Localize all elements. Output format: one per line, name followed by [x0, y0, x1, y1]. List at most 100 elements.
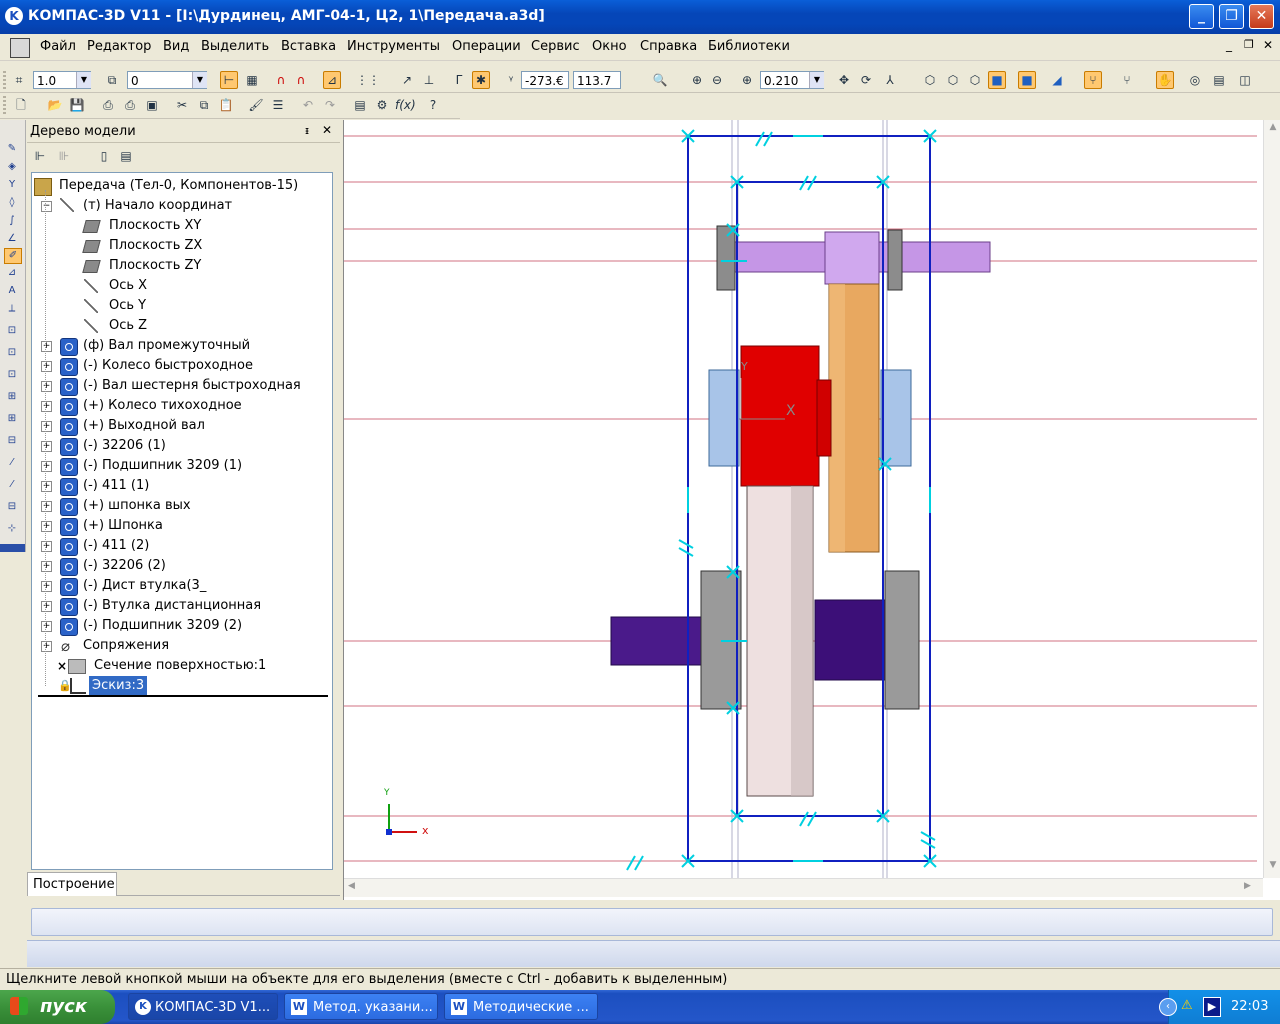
- grid-snap-icon[interactable]: ▦: [243, 71, 261, 89]
- start-button[interactable]: пуск: [0, 990, 115, 1024]
- expand-icon[interactable]: +: [41, 481, 52, 492]
- tree-export-icon[interactable]: ▤: [117, 147, 135, 165]
- model-canvas[interactable]: [344, 120, 1280, 900]
- maximize-button[interactable]: ❐: [1219, 4, 1244, 29]
- coords-icon[interactable]: ᵞ: [502, 71, 520, 89]
- menu-help[interactable]: Справка: [640, 39, 697, 54]
- step-icon[interactable]: ⌗: [10, 71, 28, 89]
- toolbar-grip[interactable]: [3, 96, 6, 114]
- measure-tool-icon[interactable]: ⊡: [4, 324, 20, 338]
- constraints-icon[interactable]: ⟂: [4, 302, 20, 316]
- parametrization-icon[interactable]: ⊞: [4, 390, 20, 404]
- sketch-icon[interactable]: ✐: [4, 248, 22, 264]
- filter-icon[interactable]: ⑂: [1084, 71, 1102, 89]
- open-folder-icon[interactable]: 📂: [46, 96, 64, 114]
- coord-x-field[interactable]: -273.€: [521, 71, 569, 89]
- expand-icon[interactable]: +: [41, 501, 52, 512]
- more-tools-icon[interactable]: ⊹: [4, 522, 20, 536]
- new-document-icon[interactable]: 🗋: [12, 96, 30, 114]
- ortho-icon[interactable]: ⊢: [220, 71, 238, 89]
- doc-close-button[interactable]: ✕: [1263, 38, 1273, 52]
- menu-insert[interactable]: Вставка: [281, 39, 336, 54]
- doc-restore-button[interactable]: ❐: [1244, 38, 1254, 51]
- zoom-in-icon[interactable]: ⊕: [688, 71, 706, 89]
- geometry-icon[interactable]: ∠: [4, 232, 20, 246]
- expand-icon[interactable]: +: [41, 521, 52, 532]
- format-painter-icon[interactable]: 🖌: [247, 96, 265, 114]
- tree-structure-icon[interactable]: ⊩: [31, 147, 49, 165]
- scroll-left-icon[interactable]: ◀: [348, 881, 355, 891]
- menu-tools[interactable]: Инструменты: [347, 39, 440, 54]
- variables-fx-icon[interactable]: f(x): [395, 96, 416, 114]
- hidden-lines-icon[interactable]: ⬡: [944, 71, 962, 89]
- tray-expand-icon[interactable]: ‹: [1159, 998, 1177, 1016]
- media-icon[interactable]: ▶: [1203, 997, 1221, 1017]
- expand-icon[interactable]: +: [41, 621, 52, 632]
- scroll-right-icon[interactable]: ▶: [1244, 881, 1251, 891]
- editing-icon[interactable]: ⊡: [4, 368, 20, 382]
- filter-tool-icon[interactable]: Y: [4, 178, 20, 192]
- zoom-window-icon[interactable]: 🔍: [651, 71, 669, 89]
- spatial-curves-icon[interactable]: ∫: [4, 214, 20, 228]
- properties-icon[interactable]: ▤: [1210, 71, 1228, 89]
- menu-libraries[interactable]: Библиотеки: [708, 39, 790, 54]
- coord-y-field[interactable]: 113.7: [573, 71, 621, 89]
- scroll-down-icon[interactable]: ▼: [1266, 860, 1280, 874]
- snap-3d-icon[interactable]: ✋: [1156, 71, 1174, 89]
- cursor-snap-icon[interactable]: ✱: [472, 71, 490, 89]
- undo-icon[interactable]: ↶: [299, 96, 317, 114]
- menu-view[interactable]: Вид: [163, 39, 189, 54]
- local-cs-icon[interactable]: ↗: [398, 71, 416, 89]
- menu-service[interactable]: Сервис: [531, 39, 580, 54]
- orient-icon[interactable]: ⅄: [881, 71, 899, 89]
- axis-icon[interactable]: ⊥: [420, 71, 438, 89]
- print-icon[interactable]: ⎙: [99, 96, 117, 114]
- save-icon[interactable]: 💾: [68, 96, 86, 114]
- print-preview-icon[interactable]: ⎙: [121, 96, 139, 114]
- halftone-icon[interactable]: ■: [988, 71, 1006, 89]
- taskbar-word-2[interactable]: W Методические ...: [444, 993, 598, 1020]
- paste-icon[interactable]: 📋: [217, 96, 235, 114]
- document-icon[interactable]: [10, 38, 30, 58]
- variables-icon[interactable]: ◫: [1236, 71, 1254, 89]
- rotate-icon[interactable]: ⟳: [857, 71, 875, 89]
- close-button[interactable]: ✕: [1249, 4, 1274, 29]
- zoom-scale-icon[interactable]: ⊕: [738, 71, 756, 89]
- redo-icon[interactable]: ↷: [321, 96, 339, 114]
- pan-icon[interactable]: ✥: [835, 71, 853, 89]
- magnet-icon[interactable]: ∩: [272, 71, 290, 89]
- thin-hidden-icon[interactable]: ⬡: [966, 71, 984, 89]
- collapse-icon[interactable]: −: [41, 201, 52, 212]
- expand-icon[interactable]: +: [41, 361, 52, 372]
- expand-icon[interactable]: +: [41, 541, 52, 552]
- cursor-icon[interactable]: Γ: [450, 71, 468, 89]
- designations-icon[interactable]: A: [4, 284, 20, 298]
- expand-icon[interactable]: +: [41, 381, 52, 392]
- halftone-edges-icon[interactable]: ■: [1018, 71, 1036, 89]
- reports-icon[interactable]: ⊟: [4, 434, 20, 448]
- layer-dropdown[interactable]: ▼: [192, 72, 207, 88]
- menu-operations[interactable]: Операции: [452, 39, 521, 54]
- scroll-up-icon[interactable]: ▲: [1266, 122, 1280, 136]
- toolbar-grip[interactable]: [3, 71, 6, 89]
- selection-icon[interactable]: ⊡: [4, 346, 20, 360]
- menu-window[interactable]: Окно: [592, 39, 627, 54]
- library-icon[interactable]: ⚙: [373, 96, 391, 114]
- grid-icon[interactable]: ⋮⋮: [356, 71, 380, 89]
- tree-sort-icon[interactable]: ▯: [95, 147, 113, 165]
- expand-icon[interactable]: +: [41, 401, 52, 412]
- menu-select[interactable]: Выделить: [201, 39, 269, 54]
- welds-icon[interactable]: ⊟: [4, 500, 20, 514]
- wireframe-icon[interactable]: ⬡: [921, 71, 939, 89]
- minimize-button[interactable]: _: [1189, 4, 1214, 29]
- expand-icon[interactable]: +: [41, 601, 52, 612]
- menu-editor[interactable]: Редактор: [87, 39, 151, 54]
- expand-icon[interactable]: +: [41, 581, 52, 592]
- tree-mode-icon[interactable]: ⊪: [55, 147, 73, 165]
- panel-scroll[interactable]: [0, 544, 25, 552]
- expand-icon[interactable]: +: [41, 341, 52, 352]
- close-tree-icon[interactable]: ✕: [322, 123, 332, 137]
- step-dropdown[interactable]: ▼: [76, 72, 91, 88]
- specification-icon[interactable]: ⊞: [4, 412, 20, 426]
- model-viewport[interactable]: X Y x Y ▲ ▼ ◀ ▶: [343, 120, 1280, 900]
